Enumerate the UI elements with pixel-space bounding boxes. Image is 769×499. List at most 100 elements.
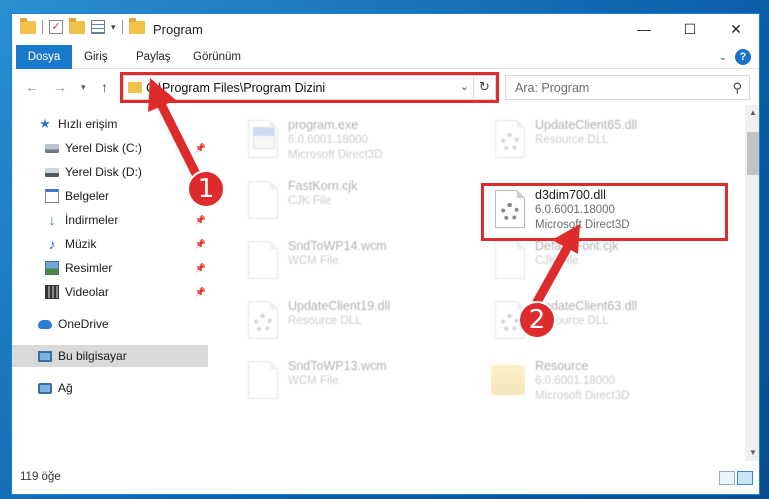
sidebar-item-disk-c[interactable]: Yerel Disk (C:) 📌 <box>12 137 208 159</box>
details-view-icon[interactable] <box>719 471 735 485</box>
file-highlight-box <box>481 183 728 241</box>
address-highlight-box <box>120 72 499 103</box>
close-button[interactable]: ✕ <box>713 14 759 44</box>
file-detail: CJK File <box>535 255 579 267</box>
scroll-up-arrow-icon[interactable]: ▲ <box>745 105 759 121</box>
file-name: UpdateClient19.dll <box>288 299 391 313</box>
step-badge-2: 2 <box>518 301 556 339</box>
download-icon: ↓ <box>48 212 56 228</box>
view-toggle <box>719 471 753 485</box>
tab-share[interactable]: Paylaş <box>136 45 171 69</box>
file-detail: Microsoft Direct3D <box>288 149 383 161</box>
sidebar-item-this-pc[interactable]: Bu bilgisayar <box>12 345 208 367</box>
pin-icon[interactable]: 📌 <box>195 143 206 154</box>
documents-icon <box>45 189 59 203</box>
pictures-icon <box>45 261 59 275</box>
file-item[interactable]: SndToWP13.wcm WCM File <box>234 357 474 409</box>
cloud-icon <box>38 319 52 329</box>
sidebar-item-quick-access[interactable]: ★ Hızlı erişim <box>12 113 208 135</box>
sidebar-item-network[interactable]: Ağ <box>12 377 208 399</box>
search-placeholder: Ara: Program <box>515 81 590 95</box>
search-icon[interactable]: ⚲ <box>732 80 742 96</box>
sidebar-item-downloads[interactable]: ↓ İndirmeler 📌 <box>12 209 208 231</box>
sidebar-item-pictures[interactable]: Resimler 📌 <box>12 257 208 279</box>
tab-view[interactable]: Görünüm <box>193 45 241 69</box>
file-item[interactable]: FastKorn.cjk CJK File <box>234 177 474 229</box>
up-arrow-icon[interactable]: ↑ <box>101 79 108 95</box>
navigation-bar: ← → ▾ ↑ C:\Program Files\Program Dizini … <box>12 69 759 105</box>
file-detail: Resource DLL <box>535 134 609 146</box>
file-item[interactable]: SndToWP14.wcm WCM File <box>234 237 474 289</box>
file-detail: WCM File <box>288 255 339 267</box>
chevron-down-icon[interactable]: ⌄ <box>719 52 727 63</box>
toolbar-separator <box>42 20 43 34</box>
new-folder-icon[interactable] <box>69 17 85 34</box>
minimize-button[interactable]: — <box>621 14 667 44</box>
pin-icon[interactable]: 📌 <box>195 215 206 226</box>
pin-icon[interactable]: 📌 <box>195 287 206 298</box>
sidebar-item-label: Belgeler <box>65 189 110 203</box>
file-name: DefaultFont.cjk <box>535 239 619 253</box>
window-controls: — ☐ ✕ <box>621 14 759 44</box>
pin-icon[interactable]: 📌 <box>195 239 206 250</box>
sidebar-item-label: Videolar <box>65 285 109 299</box>
file-item[interactable]: UpdateClient19.dll Resource DLL <box>234 297 474 349</box>
computer-icon <box>38 350 52 362</box>
scroll-thumb[interactable] <box>747 132 759 175</box>
maximize-button[interactable]: ☐ <box>667 14 713 44</box>
star-icon: ★ <box>39 116 51 131</box>
step-badge-1: 1 <box>187 170 225 208</box>
status-bar: 119 öğe <box>12 461 759 494</box>
file-icon <box>248 361 278 399</box>
file-item[interactable]: Resource 6.0.6001.18000 Microsoft Direct… <box>481 357 721 409</box>
navigation-pane: ★ Hızlı erişim Yerel Disk (C:) 📌 Yerel D… <box>12 105 212 461</box>
dll-icon <box>248 301 278 339</box>
sidebar-item-documents[interactable]: Belgeler <box>12 185 208 207</box>
toolbar-separator <box>121 20 123 34</box>
videos-icon <box>45 285 59 299</box>
file-name: FastKorn.cjk <box>288 179 358 193</box>
file-item[interactable]: DefaultFont.cjk CJK File <box>481 237 721 289</box>
file-name: SndToWP14.wcm <box>288 239 387 253</box>
properties-check-icon[interactable]: ✓ <box>49 20 63 34</box>
disk-icon <box>45 143 59 153</box>
pin-icon[interactable]: 📌 <box>195 263 206 274</box>
ribbon-tabs: Dosya Giriş Paylaş Görünüm ⌄ ? <box>12 45 759 69</box>
sidebar-item-label: OneDrive <box>58 317 109 331</box>
vertical-scrollbar[interactable]: ▲ ▼ <box>745 105 759 461</box>
sidebar-item-disk-d[interactable]: Yerel Disk (D:) <box>12 161 208 183</box>
sidebar-item-videos[interactable]: Videolar 📌 <box>12 281 208 303</box>
help-icon[interactable]: ? <box>735 49 751 65</box>
dll-icon <box>495 120 525 158</box>
sidebar-item-music[interactable]: ♪ Müzik 📌 <box>12 233 208 255</box>
properties-icon[interactable] <box>91 20 105 34</box>
folder-icon <box>491 365 525 395</box>
scroll-down-arrow-icon[interactable]: ▼ <box>745 445 759 461</box>
tiles-view-icon[interactable] <box>737 471 753 485</box>
sidebar-item-label: Yerel Disk (C:) <box>65 141 142 155</box>
file-detail: CJK File <box>288 195 332 207</box>
item-count: 119 öğe <box>20 471 61 483</box>
sidebar-item-onedrive[interactable]: OneDrive <box>12 313 208 335</box>
customize-toolbar-dropdown-icon[interactable]: ▾ <box>111 22 116 33</box>
folder-icon[interactable] <box>20 17 36 34</box>
file-item[interactable]: UpdateClient63.dll Resource DLL <box>481 297 721 349</box>
network-icon <box>38 382 52 394</box>
exe-icon <box>248 120 278 158</box>
recent-locations-chevron-icon[interactable]: ▾ <box>81 82 86 93</box>
sidebar-item-label: Bu bilgisayar <box>58 349 127 363</box>
file-icon <box>495 241 525 279</box>
file-item[interactable]: UpdateClient65.dll Resource DLL <box>481 116 721 168</box>
sidebar-item-label: Yerel Disk (D:) <box>65 165 142 179</box>
music-icon: ♪ <box>48 236 56 252</box>
sidebar-item-label: Hızlı erişim <box>58 117 118 131</box>
file-item[interactable]: program.exe 6.0.6001.18000 Microsoft Dir… <box>234 116 474 168</box>
file-name: program.exe <box>288 118 359 132</box>
back-arrow-icon[interactable]: ← <box>25 79 39 95</box>
forward-arrow-icon[interactable]: → <box>53 79 67 95</box>
tab-home[interactable]: Giriş <box>84 45 108 69</box>
file-list: program.exe 6.0.6001.18000 Microsoft Dir… <box>223 105 745 461</box>
file-name: SndToWP13.wcm <box>288 359 387 373</box>
tab-file[interactable]: Dosya <box>16 45 72 69</box>
search-input[interactable]: Ara: Program ⚲ <box>505 75 750 100</box>
